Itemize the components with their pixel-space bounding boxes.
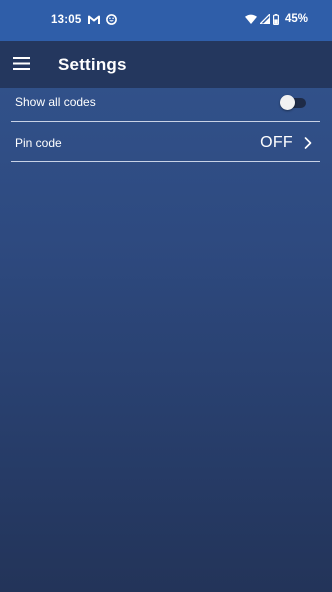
cellular-signal-icon	[259, 14, 270, 24]
show-all-codes-toggle[interactable]	[280, 95, 306, 110]
pin-code-label: Pin code	[15, 136, 62, 150]
wifi-icon	[244, 14, 257, 24]
status-time: 13:05	[51, 14, 82, 26]
app-bar: Settings	[0, 41, 332, 88]
smiley-notification-icon	[106, 14, 117, 28]
battery-percent: 45%	[284, 13, 308, 25]
toggle-thumb	[280, 95, 295, 110]
setting-pin-code[interactable]: Pin code OFF	[11, 122, 320, 162]
setting-show-all-codes[interactable]: Show all codes	[11, 88, 320, 122]
system-status-icons: 45%	[244, 13, 308, 25]
show-all-codes-label: Show all codes	[15, 95, 96, 109]
status-bar: 13:05 45%	[0, 0, 332, 41]
gmail-icon	[88, 15, 100, 28]
notification-icons	[88, 14, 117, 28]
pin-code-value: OFF	[260, 134, 293, 151]
hamburger-menu-icon[interactable]	[13, 57, 31, 71]
chevron-right-icon	[304, 136, 312, 149]
page-title: Settings	[58, 55, 127, 74]
settings-list: Show all codes Pin code OFF	[11, 88, 320, 162]
battery-icon	[272, 13, 279, 25]
